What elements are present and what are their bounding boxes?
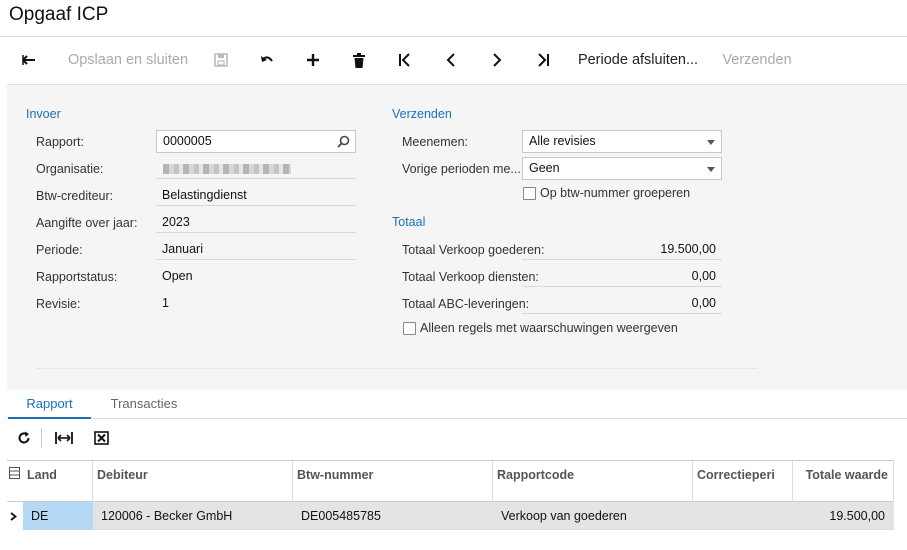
save-close-button[interactable]: Opslaan en sluiten	[58, 37, 198, 83]
periode-field[interactable]: Januari	[156, 238, 356, 260]
row-expand-button[interactable]	[7, 502, 23, 530]
previous-record-button[interactable]	[428, 37, 474, 83]
form-divider	[36, 368, 758, 369]
add-button[interactable]	[290, 37, 336, 83]
warnings-only-checkbox[interactable]	[403, 322, 416, 335]
column-config-icon	[9, 467, 20, 479]
meenemen-value: Alle revisies	[529, 134, 596, 148]
add-icon	[307, 54, 319, 66]
tab-bar: Rapport Transacties	[7, 390, 907, 419]
section-totaal: Totaal	[392, 215, 426, 229]
cell-correctieperiode[interactable]	[693, 502, 793, 530]
cell-totale-waarde[interactable]: 19.500,00	[793, 502, 894, 530]
vorige-perioden-value: Geen	[529, 161, 560, 175]
chevron-down-icon	[707, 140, 715, 145]
save-button[interactable]	[198, 37, 244, 83]
cell-debiteur[interactable]: 120006 - Becker GmbH	[93, 502, 293, 530]
last-icon	[538, 53, 549, 67]
column-header-rapportcode[interactable]: Rapportcode	[493, 461, 693, 502]
rapport-label: Rapport:	[36, 135, 84, 149]
tab-rapport[interactable]: Rapport	[8, 390, 91, 419]
totaal-goederen-value: 19.500,00	[522, 238, 722, 260]
next-record-button[interactable]	[474, 37, 520, 83]
totaal-abc-value: 0,00	[522, 292, 722, 314]
form-area: Invoer Rapport: 0000005 Organisatie: Btw…	[7, 84, 907, 390]
grid-toolbar	[7, 424, 116, 452]
section-invoer: Invoer	[26, 107, 61, 121]
column-header-btw-nummer[interactable]: Btw-nummer	[293, 461, 493, 502]
aangifte-jaar-label: Aangifte over jaar:	[36, 216, 138, 230]
main-toolbar: Opslaan en sluiten Periode afsluiten... …	[0, 37, 907, 83]
prev-icon	[446, 53, 455, 67]
btw-crediteur-field[interactable]: Belastingdienst	[156, 184, 356, 206]
column-header-totale-waarde[interactable]: Totale waarde	[793, 461, 894, 502]
tab-transacties[interactable]: Transacties	[101, 390, 187, 419]
row-expand-icon	[10, 512, 17, 521]
vorige-perioden-select[interactable]: Geen	[522, 157, 722, 180]
fit-columns-icon	[55, 432, 73, 444]
chevron-down-icon	[707, 167, 715, 172]
totaal-diensten-label: Totaal Verkoop diensten:	[402, 270, 539, 284]
page-title: Opgaaf ICP	[9, 4, 109, 25]
organisatie-field[interactable]	[156, 157, 356, 179]
totaal-diensten-value: 0,00	[522, 265, 722, 287]
excel-icon	[93, 431, 109, 445]
warnings-only-label: Alleen regels met waarschuwingen weergev…	[420, 321, 678, 335]
cell-rapportcode[interactable]: Verkoop van goederen	[493, 502, 693, 530]
vorige-perioden-label: Vorige perioden me...	[402, 162, 521, 176]
totaal-abc-label: Totaal ABC-leveringen:	[402, 297, 530, 311]
export-excel-button[interactable]	[86, 424, 116, 452]
back-icon	[22, 55, 35, 65]
periode-label: Periode:	[36, 243, 83, 257]
cell-btw-nummer[interactable]: DE005485785	[293, 502, 493, 530]
group-by-vat-label: Op btw-nummer groeperen	[540, 186, 691, 200]
last-record-button[interactable]	[520, 37, 566, 83]
rapport-field[interactable]: 0000005	[156, 130, 356, 153]
column-header-debiteur[interactable]: Debiteur	[93, 461, 293, 502]
btw-crediteur-label: Btw-crediteur:	[36, 189, 114, 203]
revisie-label: Revisie:	[36, 297, 81, 311]
next-icon	[493, 53, 502, 67]
send-button[interactable]: Verzenden	[710, 37, 804, 83]
delete-button[interactable]	[336, 37, 382, 83]
redacted-organisation	[163, 164, 291, 174]
first-icon	[399, 53, 410, 67]
rapportstatus-label: Rapportstatus:	[36, 270, 118, 284]
refresh-icon	[18, 431, 30, 444]
report-grid: Land Debiteur Btw-nummer Rapportcode Cor…	[7, 460, 894, 530]
back-button[interactable]	[0, 37, 58, 83]
table-row[interactable]: DE 120006 - Becker GmbH DE005485785 Verk…	[7, 502, 894, 530]
fit-columns-button[interactable]	[42, 424, 86, 452]
group-by-vat-checkbox[interactable]	[523, 187, 536, 200]
column-config-button[interactable]	[7, 461, 23, 502]
organisatie-label: Organisatie:	[36, 162, 104, 176]
meenemen-label: Meenemen:	[402, 135, 469, 149]
rapport-value: 0000005	[163, 134, 212, 148]
search-icon[interactable]	[337, 135, 350, 148]
save-icon	[214, 53, 228, 67]
column-header-land[interactable]: Land	[23, 461, 93, 502]
undo-button[interactable]	[244, 37, 290, 83]
delete-icon	[353, 52, 365, 68]
refresh-button[interactable]	[7, 424, 41, 452]
aangifte-jaar-field[interactable]: 2023	[156, 211, 356, 233]
meenemen-select[interactable]: Alle revisies	[522, 130, 722, 153]
revisie-value: 1	[162, 296, 169, 310]
rapportstatus-value: Open	[162, 269, 193, 283]
undo-icon	[261, 56, 273, 62]
cell-land[interactable]: DE	[23, 502, 93, 530]
column-header-correctieperiode[interactable]: Correctieperi	[693, 461, 793, 502]
section-verzenden: Verzenden	[392, 107, 452, 121]
close-period-button[interactable]: Periode afsluiten...	[566, 37, 710, 83]
grid-header: Land Debiteur Btw-nummer Rapportcode Cor…	[7, 460, 894, 502]
first-record-button[interactable]	[382, 37, 428, 83]
